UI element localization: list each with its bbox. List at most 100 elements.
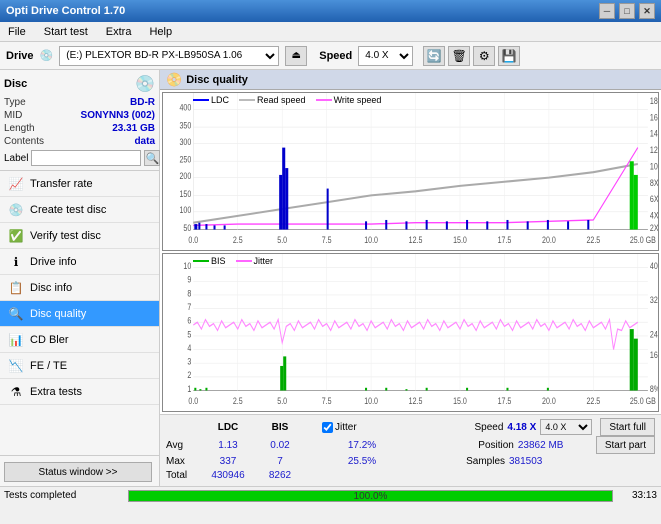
avg-bis: 0.02 <box>254 440 306 451</box>
menu-help[interactable]: Help <box>145 24 176 40</box>
svg-text:16%: 16% <box>650 349 658 360</box>
read-speed-legend-label: Read speed <box>257 95 306 105</box>
disc-contents-label: Contents <box>4 136 44 147</box>
max-ldc: 337 <box>202 456 254 467</box>
sidebar-item-verify-test-disc[interactable]: ✅ Verify test disc <box>0 223 159 249</box>
bis-legend-label: BIS <box>211 256 226 266</box>
read-speed-legend-item: Read speed <box>239 95 306 105</box>
save-button[interactable]: 💾 <box>498 46 520 66</box>
stats-area: LDC BIS Jitter Speed 4.18 X 4.0 X Start … <box>160 414 661 486</box>
svg-text:7.5: 7.5 <box>322 395 332 406</box>
sidebar-label-extra-tests: Extra tests <box>30 386 82 398</box>
svg-text:9: 9 <box>187 274 191 285</box>
transfer-rate-icon: 📈 <box>8 177 24 191</box>
sidebar-item-cd-bler[interactable]: 📊 CD Bler <box>0 327 159 353</box>
svg-text:0.0: 0.0 <box>188 234 198 245</box>
settings-button[interactable]: ⚙ <box>473 46 495 66</box>
svg-text:17.5: 17.5 <box>498 395 512 406</box>
svg-text:17.5: 17.5 <box>498 234 512 245</box>
minimize-button[interactable]: ─ <box>599 3 615 19</box>
max-label: Max <box>166 456 202 467</box>
disc-quality-icon: 🔍 <box>8 307 24 321</box>
svg-text:6X: 6X <box>650 193 658 204</box>
write-speed-legend-item: Write speed <box>316 95 382 105</box>
sidebar-item-transfer-rate[interactable]: 📈 Transfer rate <box>0 171 159 197</box>
svg-text:40%: 40% <box>650 260 658 271</box>
drive-icon: 💿 <box>40 49 54 62</box>
status-window-button[interactable]: Status window >> <box>4 462 152 482</box>
svg-text:12.5: 12.5 <box>409 234 423 245</box>
svg-text:15.0: 15.0 <box>453 395 467 406</box>
close-button[interactable]: ✕ <box>639 3 655 19</box>
drive-bar: Drive 💿 (E:) PLEXTOR BD-R PX-LB950SA 1.0… <box>0 42 661 70</box>
sidebar-item-disc-quality[interactable]: 🔍 Disc quality <box>0 301 159 327</box>
menu-start-test[interactable]: Start test <box>40 24 92 40</box>
svg-text:16X: 16X <box>650 111 658 122</box>
disc-label-row: Label 🔍 <box>4 150 155 166</box>
ldc-chart: LDC Read speed Write speed <box>162 92 659 251</box>
window-controls: ─ □ ✕ <box>599 3 655 19</box>
refresh-button[interactable]: 🔄 <box>423 46 445 66</box>
drive-select[interactable]: (E:) PLEXTOR BD-R PX-LB950SA 1.06 <box>59 46 279 66</box>
sidebar-label-fe-te: FE / TE <box>30 360 67 372</box>
svg-text:18X: 18X <box>650 95 658 106</box>
svg-text:5.0: 5.0 <box>277 234 287 245</box>
menu-extra[interactable]: Extra <box>102 24 136 40</box>
svg-text:200: 200 <box>180 170 192 181</box>
start-full-button[interactable]: Start full <box>600 418 655 436</box>
jitter-legend-item: Jitter <box>236 256 274 266</box>
sidebar-label-drive-info: Drive info <box>30 256 76 268</box>
sidebar-item-disc-info[interactable]: 📋 Disc info <box>0 275 159 301</box>
maximize-button[interactable]: □ <box>619 3 635 19</box>
svg-text:8: 8 <box>187 287 191 298</box>
sidebar-label-cd-bler: CD Bler <box>30 334 69 346</box>
speed-header-value: 4.18 X <box>507 422 536 433</box>
speed-label: Speed <box>319 50 352 62</box>
svg-text:7: 7 <box>187 301 191 312</box>
speed-select[interactable]: 4.0 X <box>358 46 413 66</box>
svg-text:32%: 32% <box>650 294 658 305</box>
sidebar-item-extra-tests[interactable]: ⚗ Extra tests <box>0 379 159 405</box>
stats-total-row: Total 430946 8262 <box>166 469 655 484</box>
sidebar-item-create-test-disc[interactable]: 💿 Create test disc <box>0 197 159 223</box>
jitter-legend-label: Jitter <box>254 256 274 266</box>
avg-label: Avg <box>166 440 202 451</box>
svg-text:1: 1 <box>187 383 191 394</box>
svg-text:250: 250 <box>180 154 192 165</box>
sidebar-item-fe-te[interactable]: 📉 FE / TE <box>0 353 159 379</box>
status-text: Tests completed <box>4 490 124 501</box>
write-speed-legend-label: Write speed <box>334 95 382 105</box>
stats-max-row: Max 337 7 25.5% Samples 381503 <box>166 454 655 469</box>
sidebar-label-transfer-rate: Transfer rate <box>30 178 93 190</box>
speed-header: Speed 4.18 X 4.0 X <box>474 419 592 435</box>
total-label: Total <box>166 470 202 481</box>
start-part-button[interactable]: Start part <box>596 436 655 454</box>
speed-select-stats[interactable]: 4.0 X <box>540 419 592 435</box>
bis-header: BIS <box>254 422 306 433</box>
disc-length-field: Length 23.31 GB <box>4 123 155 134</box>
svg-text:3: 3 <box>187 355 191 366</box>
jitter-checkbox[interactable] <box>322 422 333 433</box>
total-ldc: 430946 <box>202 470 254 481</box>
svg-text:4X: 4X <box>650 210 658 221</box>
time-display: 33:13 <box>617 490 657 501</box>
disc-label-input[interactable] <box>31 150 141 166</box>
eject-button[interactable]: ⏏ <box>285 46 307 66</box>
ldc-legend-item: LDC <box>193 95 229 105</box>
menu-file[interactable]: File <box>4 24 30 40</box>
disc-label-button[interactable]: 🔍 <box>144 150 160 166</box>
disc-type-label: Type <box>4 97 26 108</box>
svg-text:5: 5 <box>187 328 191 339</box>
total-bis: 8262 <box>254 470 306 481</box>
position-label: Position <box>478 440 514 451</box>
disc-icon: 💿 <box>135 74 155 94</box>
sidebar-item-drive-info[interactable]: ℹ Drive info <box>0 249 159 275</box>
svg-text:20.0: 20.0 <box>542 234 556 245</box>
bis-legend-item: BIS <box>193 256 226 266</box>
svg-text:12X: 12X <box>650 144 658 155</box>
svg-text:15.0: 15.0 <box>453 234 467 245</box>
svg-text:24%: 24% <box>650 328 658 339</box>
sidebar-label-disc-quality: Disc quality <box>30 308 86 320</box>
app-title: Opti Drive Control 1.70 <box>6 5 125 17</box>
erase-button[interactable]: 🗑 <box>448 46 470 66</box>
